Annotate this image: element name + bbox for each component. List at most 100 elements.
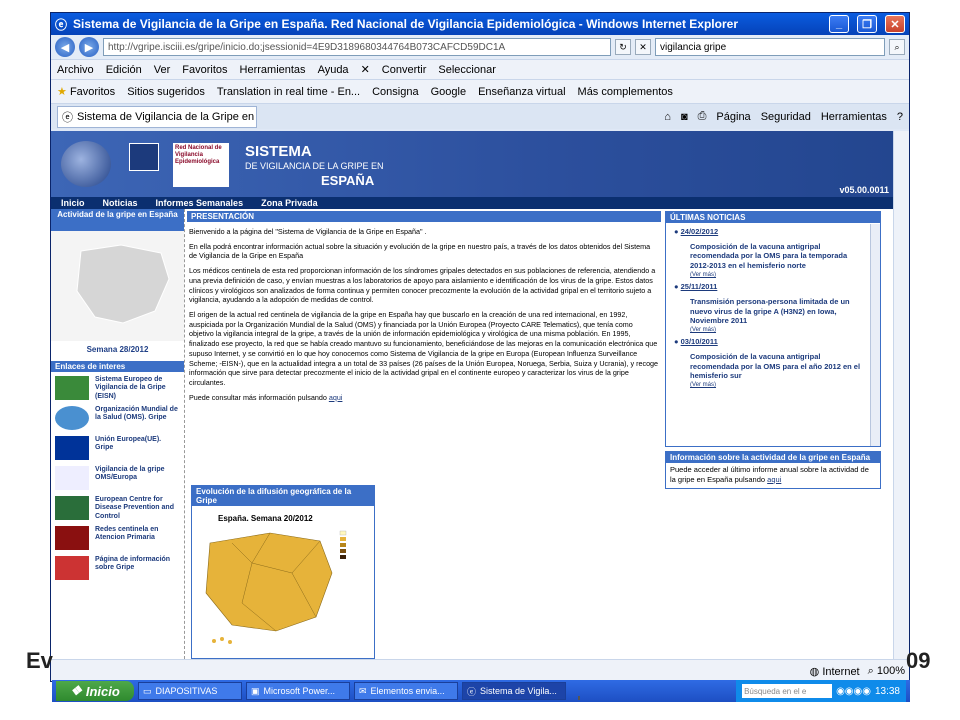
menu-herramientas[interactable]: Herramientas bbox=[240, 64, 306, 76]
fav-item-translation[interactable]: Translation in real time - En... bbox=[217, 86, 360, 98]
desktop-search-input[interactable]: Búsqueda en el e bbox=[742, 684, 833, 698]
news-date[interactable]: 25/11/2011 bbox=[681, 282, 718, 291]
info-panel: Información sobre la actividad de la gri… bbox=[665, 451, 881, 489]
evolucion-header: Evolución de la difusión geográfica de l… bbox=[192, 486, 374, 506]
nav-informes[interactable]: Informes Semanales bbox=[156, 198, 244, 208]
ie-icon: ⓔ bbox=[55, 17, 68, 32]
page-scrollbar[interactable] bbox=[893, 131, 909, 659]
news-item: ● 03/10/2011 Composición de la vacuna an… bbox=[674, 337, 866, 388]
maximize-button[interactable]: ❐ bbox=[857, 15, 877, 33]
link-oms-europa[interactable]: Vigilancia de la gripe OMS/Europa bbox=[55, 466, 180, 492]
search-input[interactable]: vigilancia gripe bbox=[655, 38, 885, 56]
info-aqui-link[interactable]: aqui bbox=[767, 475, 781, 484]
menu-favoritos[interactable]: Favoritos bbox=[182, 64, 227, 76]
zoom-label: 100% bbox=[876, 665, 905, 677]
main-column: PRESENTACIÓN Bienvenido a la página del … bbox=[187, 209, 661, 659]
tools-menu[interactable]: Herramientas bbox=[821, 111, 887, 123]
news-date[interactable]: 03/10/2011 bbox=[681, 337, 718, 346]
star-icon: ★ bbox=[57, 86, 67, 98]
left-column: Actividad de la gripe en España Semana 2… bbox=[51, 209, 185, 659]
news-item: ● 25/11/2011 Transmisión persona-persona… bbox=[674, 282, 866, 333]
task-label: DIAPOSITIVAS bbox=[155, 686, 218, 696]
zoom-icon: ⌕ bbox=[867, 665, 874, 677]
fav-item-consigna[interactable]: Consigna bbox=[372, 86, 418, 98]
fav-item-sitios[interactable]: Sitios sugeridos bbox=[127, 86, 205, 98]
eu-flag-icon bbox=[55, 436, 89, 460]
fav-item-complementos[interactable]: Más complementos bbox=[578, 86, 673, 98]
ver-mas-link[interactable]: (Ver más) bbox=[690, 382, 866, 388]
task-sistema[interactable]: ⓔ Sistema de Vigila... bbox=[462, 682, 566, 700]
fav-item-google[interactable]: Google bbox=[431, 86, 466, 98]
stop-icon[interactable]: ✕ bbox=[635, 39, 651, 55]
favorites-button[interactable]: ★ Favoritos bbox=[57, 85, 115, 98]
ricet-logo-icon bbox=[55, 526, 89, 550]
print-icon[interactable]: ⎙ bbox=[698, 110, 707, 123]
link-label: Redes centinela en Atencion Primaria bbox=[95, 526, 159, 542]
link-ricet[interactable]: Redes centinela en Atencion Primaria bbox=[55, 526, 180, 552]
news-scrollbar[interactable] bbox=[870, 224, 880, 446]
task-diapositivas[interactable]: ▭ DIAPOSITIVAS bbox=[138, 682, 242, 700]
task-elementos[interactable]: ✉ Elementos envia... bbox=[354, 682, 458, 700]
nav-noticias[interactable]: Noticias bbox=[103, 198, 138, 208]
convertir-button[interactable]: Convertir bbox=[382, 64, 427, 76]
zoom-control[interactable]: ⌕ 100% bbox=[868, 665, 905, 678]
favorites-label: Favoritos bbox=[69, 86, 116, 98]
pres-p2: En ella podrá encontrar información actu… bbox=[189, 241, 651, 261]
menu-ayuda[interactable]: Ayuda bbox=[318, 64, 349, 76]
seleccionar-button[interactable]: Seleccionar bbox=[438, 64, 495, 76]
link-eisn[interactable]: Sistema Europeo de Vigilancia de la Grip… bbox=[55, 376, 180, 402]
rss-icon[interactable]: ◙ bbox=[681, 111, 688, 123]
presentacion-section: PRESENTACIÓN Bienvenido a la página del … bbox=[187, 211, 661, 408]
tab-active[interactable]: ⓔ Sistema de Vigilancia de la Gripe en Es… bbox=[57, 105, 257, 128]
close-icon[interactable]: ✕ bbox=[361, 63, 370, 76]
close-button[interactable]: ✕ bbox=[885, 15, 905, 33]
windows-logo-icon: ❖ bbox=[70, 683, 82, 698]
logo-text: Red Nacional de Vigilancia Epidemiológic… bbox=[175, 145, 222, 166]
title-bar: ⓔ Sistema de Vigilancia de la Gripe en E… bbox=[51, 13, 909, 35]
menu-ver[interactable]: Ver bbox=[154, 64, 171, 76]
spain-activity-map[interactable] bbox=[51, 231, 184, 341]
nav-inicio[interactable]: Inicio bbox=[61, 198, 85, 208]
link-ecdc[interactable]: European Centre for Disease Prevention a… bbox=[55, 496, 180, 522]
isciii-logo-icon bbox=[129, 143, 159, 171]
globe-icon: ◍ bbox=[809, 666, 820, 678]
task-powerpoint[interactable]: ▣ Microsoft Power... bbox=[246, 682, 350, 700]
banner-country: ESPAÑA bbox=[321, 173, 375, 188]
page-menu[interactable]: Página bbox=[716, 111, 750, 123]
search-icon[interactable]: ⌕ bbox=[889, 39, 905, 55]
news-date[interactable]: 24/02/2012 bbox=[681, 227, 719, 236]
start-button[interactable]: ❖ Inicio bbox=[56, 681, 134, 701]
pres-p5: Puede consultar más información pulsando… bbox=[189, 393, 659, 403]
url-field[interactable]: http://vgripe.isciii.es/gripe/inicio.do;… bbox=[103, 38, 611, 56]
home-icon[interactable]: ⌂ bbox=[664, 111, 671, 123]
ver-mas-link[interactable]: (Ver más) bbox=[690, 272, 866, 278]
tray-icons[interactable]: ◉◉◉◉ bbox=[836, 686, 871, 697]
link-ue[interactable]: Unión Europea(UE). Gripe bbox=[55, 436, 180, 462]
slide-text-right: 09 bbox=[906, 648, 931, 673]
back-button[interactable]: ◀ bbox=[55, 37, 75, 57]
ver-mas-link[interactable]: (Ver más) bbox=[690, 327, 866, 333]
fav-item-ensenanza[interactable]: Enseñanza virtual bbox=[478, 86, 565, 98]
status-bar: ◍ Internet ⌕ 100% bbox=[51, 659, 909, 681]
virus-logo-icon bbox=[61, 141, 111, 187]
browser-window: ⓔ Sistema de Vigilancia de la Gripe en E… bbox=[50, 12, 910, 682]
link-info-gripe[interactable]: Página de información sobre Gripe bbox=[55, 556, 180, 582]
news-title: Composición de la vacuna antigripal reco… bbox=[690, 242, 848, 270]
site-nav: Inicio Noticias Informes Semanales Zona … bbox=[51, 197, 893, 209]
favorites-bar: ★ Favoritos Sitios sugeridos Translation… bbox=[51, 79, 909, 103]
menu-archivo[interactable]: Archivo bbox=[57, 64, 94, 76]
tab-label: Sistema de Vigilancia de la Gripe en Esp… bbox=[77, 110, 256, 123]
refresh-icon[interactable]: ↻ bbox=[615, 39, 631, 55]
aqui-link[interactable]: aqui bbox=[329, 393, 343, 402]
command-bar: ⌂ ◙ ⎙ Página Seguridad Herramientas ? bbox=[664, 110, 903, 123]
link-oms[interactable]: Organización Mundial de la Salud (OMS). … bbox=[55, 406, 180, 432]
security-menu[interactable]: Seguridad bbox=[761, 111, 811, 123]
cursor-mark bbox=[578, 696, 580, 700]
menu-edicion[interactable]: Edición bbox=[106, 64, 142, 76]
help-icon[interactable]: ? bbox=[897, 111, 903, 123]
task-label: Elementos envia... bbox=[370, 686, 445, 696]
minimize-button[interactable]: _ bbox=[829, 15, 849, 33]
nav-zona-privada[interactable]: Zona Privada bbox=[261, 198, 318, 208]
forward-button[interactable]: ▶ bbox=[79, 37, 99, 57]
spain-flu-map[interactable] bbox=[192, 523, 376, 653]
